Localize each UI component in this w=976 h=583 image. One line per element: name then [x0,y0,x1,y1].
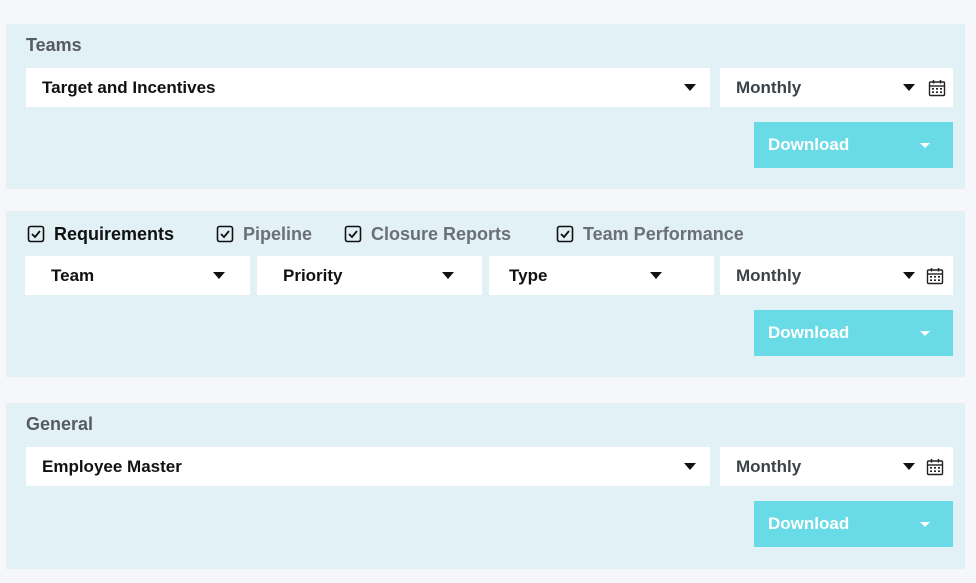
chevron-down-icon[interactable] [920,143,930,148]
general-panel: General Employee Master Monthly Download [6,403,965,569]
teams-panel-title: Teams [26,35,82,55]
teams-period-select-value: Monthly [736,78,802,97]
tab-pipeline-label: Pipeline [243,224,313,244]
tab-requirements[interactable]: Requirements [27,222,174,246]
chevron-down-icon [650,272,662,279]
type-filter-value: Type [509,266,548,285]
calendar-icon[interactable] [928,79,946,97]
team-filter-value: Team [51,266,95,285]
teams-report-select-value: Target and Incentives [42,78,216,97]
tab-team-performance[interactable]: Team Performance [556,222,744,246]
chevron-down-icon [903,272,915,279]
teams-period-select[interactable]: Monthly [720,68,953,107]
tab-team-performance-label: Team Performance [583,224,744,244]
general-period-select-value: Monthly [736,457,802,476]
checkbox-checked-icon[interactable] [344,225,362,243]
chevron-down-icon [903,84,915,91]
general-download-button[interactable]: Download [754,501,953,547]
calendar-icon[interactable] [926,458,944,476]
general-report-select-value: Employee Master [42,457,182,476]
chevron-down-icon[interactable] [920,522,930,527]
priority-filter-select[interactable]: Priority [257,256,482,295]
team-filter-select[interactable]: Team [25,256,250,295]
tab-closure-reports-label: Closure Reports [371,224,512,244]
chevron-down-icon [903,463,915,470]
teams-panel: Teams Target and Incentives Monthly Down… [6,24,965,189]
chevron-down-icon[interactable] [920,331,930,336]
download-button-label: Download [768,135,850,154]
checkbox-checked-icon[interactable] [27,225,45,243]
chevron-down-icon [684,463,696,470]
download-button-label: Download [768,514,850,533]
chevron-down-icon [684,84,696,91]
chevron-down-icon [442,272,454,279]
priority-filter-value: Priority [283,266,343,285]
general-period-select[interactable]: Monthly [720,447,953,486]
checkbox-checked-icon[interactable] [556,225,574,243]
general-report-select[interactable]: Employee Master [26,447,710,486]
calendar-icon[interactable] [926,267,944,285]
requirements-period-select-value: Monthly [736,266,802,285]
download-button-label: Download [768,323,850,342]
checkbox-checked-icon[interactable] [216,225,234,243]
requirements-download-button[interactable]: Download [754,310,953,356]
tab-requirements-label: Requirements [54,224,175,244]
general-panel-title: General [26,414,94,434]
type-filter-select[interactable]: Type [489,256,714,295]
teams-download-button[interactable]: Download [754,122,953,168]
requirements-period-select[interactable]: Monthly [720,256,953,295]
teams-report-select[interactable]: Target and Incentives [26,68,710,107]
tab-pipeline[interactable]: Pipeline [216,222,312,246]
tab-closure-reports[interactable]: Closure Reports [344,222,511,246]
chevron-down-icon [213,272,225,279]
